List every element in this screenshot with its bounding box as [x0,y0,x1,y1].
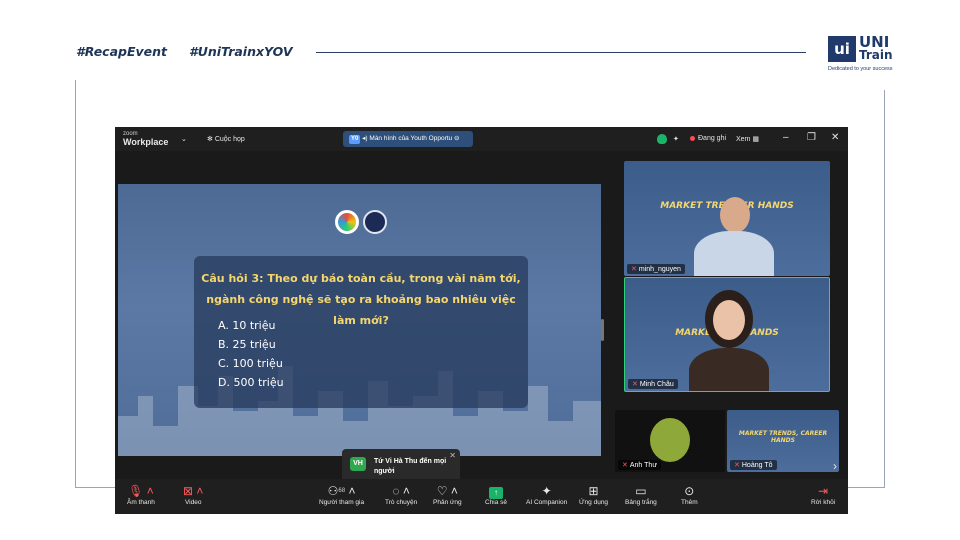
grid-icon: ▦ [752,136,759,143]
chat-title: Tứ Vi Hà Thu đến mọi người [374,458,447,475]
chat-icon: ◌ ˄ [392,484,410,498]
answer-c: C. 100 triệu [218,357,283,370]
participant-body [689,348,769,391]
apps-icon: ⊞ [588,484,599,498]
ai-companion-button[interactable]: ✦ AI Companion [526,483,567,506]
chat-avatar: VH [350,457,366,471]
share-button[interactable]: ↑ Chia sẻ [485,483,507,506]
frame-line-right [884,90,885,488]
mic-off-icon: ✕ [622,462,628,469]
chevron-down-icon[interactable]: ⌄ [181,135,187,143]
view-label: Xem [736,136,751,143]
meetings-menu[interactable]: ✻ Cuộc họp [207,135,245,143]
tile-name-label: ✕ Anh Thư [618,460,662,470]
apps-button[interactable]: ⊞ Ứng dụng [579,483,608,506]
video-button[interactable]: ⊠ ˄ Video [183,483,203,506]
whiteboard-button[interactable]: ▭ Bảng trắng [625,483,657,506]
share-badge: Y0 [349,135,361,144]
view-button[interactable]: Xem ▦ [736,135,759,143]
mic-off-icon: 🎙︎ ˄ [128,484,154,498]
header-divider [316,52,806,53]
answer-list: A. 10 triệu B. 25 triệu C. 100 triệu D. … [218,316,284,392]
zoom-brand-big: Workplace [123,137,169,147]
recording-status[interactable]: Đang ghi [690,135,726,142]
share-screen-icon: ↑ [485,483,507,499]
participant-tile-anh-thu[interactable]: ✕ Anh Thư [615,410,725,472]
meeting-stage: Câu hỏi 3: Theo dự báo toàn cầu, trong v… [115,151,848,499]
yov-logo-icon [335,210,359,234]
slide-page: #RecapEvent #UniTrainxYOV ui UNI Train D… [0,0,960,540]
unitrain-logo: ui UNI Train Dedicated to your success [828,34,908,76]
zoom-window: zoom Workplace ⌄ ✻ Cuộc họp Y0 ◂) Màn hì… [115,127,848,514]
answer-d: D. 500 triệu [218,376,284,389]
answer-b: B. 25 triệu [218,338,276,351]
partner-logo-icon [363,210,387,234]
mic-off-icon: ✕ [734,462,740,469]
chat-button[interactable]: ◌ ˄ Trò chuyện [385,483,417,506]
participant-tile-hoang-to[interactable]: MARKET TRENDS, CAREER HANDS ✕ Hoàng Tô [727,410,839,472]
more-icon: ⊖ [453,135,460,142]
logo-line2: Train [859,48,893,62]
audio-button[interactable]: 🎙︎ ˄ Âm thanh [127,483,155,506]
chevron-right-icon[interactable]: › [833,459,837,473]
sparkle-icon: ✦ [541,484,552,498]
more-button[interactable]: ⊙ Thêm [681,483,698,506]
participant-tile-minh-nguyen[interactable]: MARKET TREN EER HANDS ✕minh_nguyen [624,161,830,276]
leave-icon: ⇥ [818,484,829,498]
split-handle[interactable] [601,319,604,341]
whiteboard-icon: ▭ [635,484,647,498]
logo-tagline: Dedicated to your success [828,66,893,72]
sparkle-icon[interactable]: ✦ [673,135,679,143]
participants-icon: ⚇68 ˄ [327,484,356,498]
more-icon: ⊙ [684,484,695,498]
participant-tile-minh-chau[interactable]: MARKET TRE HANDS ✕Minh Châu [624,277,830,392]
restore-icon[interactable]: ❐ [807,132,816,143]
share-text: Màn hình của Youth Opportu [369,135,453,142]
tile-name-label: ✕ Hoàng Tô [730,460,777,470]
tile-name-label: ✕ Minh Châu [628,379,678,389]
tile-name-label: ✕ minh_nguyen [627,264,685,274]
answer-a: A. 10 triệu [218,319,276,332]
frame-line-left [75,80,76,488]
participant-body [694,231,774,276]
hashtags: #RecapEvent #UniTrainxYOV [76,44,293,59]
minimize-icon[interactable]: – [783,132,789,143]
zoom-titlebar: zoom Workplace ⌄ ✻ Cuộc họp Y0 ◂) Màn hì… [115,127,848,151]
hashtag-recap: #RecapEvent [76,44,168,59]
participants-button[interactable]: ⚇68 ˄ Người tham gia [319,483,364,506]
speaker-icon: ◂) [362,135,368,142]
heart-icon: ♡ ˄ [436,484,458,498]
tile-banner: MARKET TRENDS, CAREER HANDS [738,430,828,444]
screen-share-indicator[interactable]: Y0 ◂) Màn hình của Youth Opportu ⊖ [343,131,473,147]
question-line-1: Câu hỏi 3: Theo dự báo toàn cầu, trong v… [201,272,521,285]
mic-off-icon: ✕ [632,381,638,388]
close-icon[interactable]: ✕ [449,451,456,460]
video-off-icon: ⊠ ˄ [183,484,204,498]
participant-head [720,197,750,233]
shield-icon[interactable] [657,134,667,144]
question-card: Câu hỏi 3: Theo dự báo toàn cầu, trong v… [194,256,528,408]
participant-head [713,300,745,340]
recording-label: Đang ghi [698,135,727,142]
close-icon[interactable]: ✕ [831,132,839,143]
record-dot-icon [690,135,695,141]
react-button[interactable]: ♡ ˄ Phản ứng [433,483,462,506]
meetings-label: Cuộc họp [214,136,245,143]
zoom-brand: zoom Workplace [123,130,169,147]
mic-off-icon: ✕ [631,266,637,273]
avatar [650,418,690,462]
meetings-icon: ✻ [207,136,213,143]
shared-slide: Câu hỏi 3: Theo dự báo toàn cầu, trong v… [118,184,601,456]
meeting-toolbar: 🎙︎ ˄ Âm thanh ⊠ ˄ Video ⚇68 ˄ Người tham… [115,479,848,514]
logo-mark: ui [828,36,856,62]
hashtag-unitrain: #UniTrainxYOV [189,44,293,59]
leave-button[interactable]: ⇥ Rời khỏi [811,483,835,506]
